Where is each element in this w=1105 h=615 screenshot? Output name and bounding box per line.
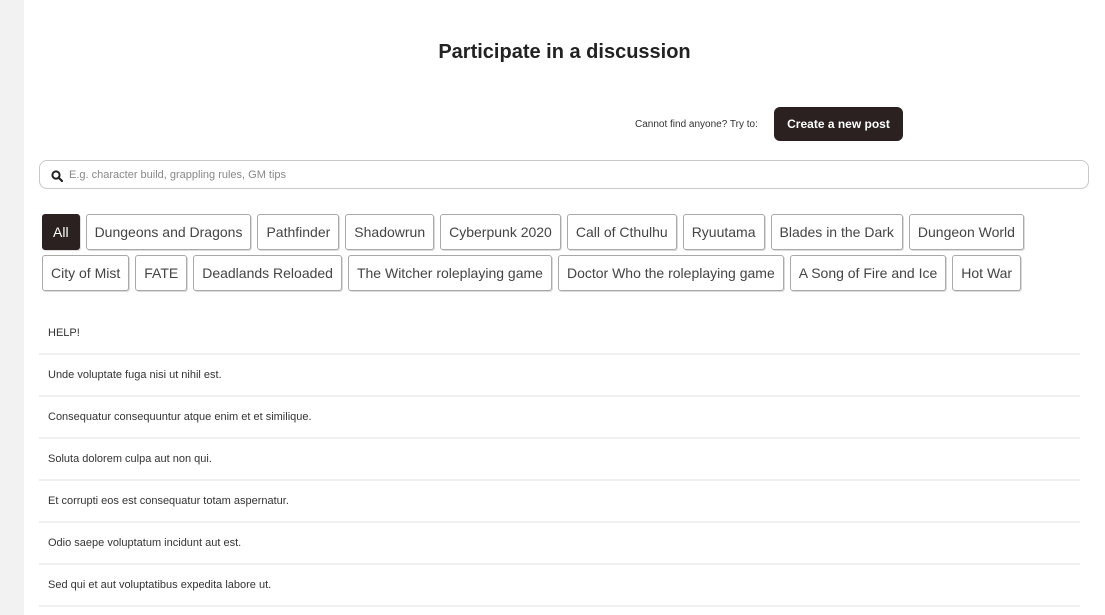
cta-row: Cannot find anyone? Try to: Create a new… — [24, 107, 1105, 141]
filter-chip-dungeon-world[interactable]: Dungeon World — [908, 214, 1024, 250]
search-input[interactable] — [69, 162, 1088, 187]
filter-chip-doctor-who-the-roleplaying-game[interactable]: Doctor Who the roleplaying game — [557, 255, 784, 291]
post-list: HELP! Unde voluptate fuga nisi ut nihil e… — [39, 313, 1080, 607]
post-item[interactable]: Et corrupti eos est consequatur totam as… — [39, 481, 1080, 523]
create-post-button[interactable]: Create a new post — [774, 107, 903, 141]
post-item[interactable]: Soluta dolorem culpa aut non qui. — [39, 439, 1080, 481]
post-title: Consequatur consequuntur atque enim et e… — [48, 411, 312, 423]
post-title: Odio saepe voluptatum incidunt aut est. — [48, 537, 242, 549]
filter-row: All Dungeons and Dragons Pathfinder Shadowr… — [42, 214, 1092, 250]
left-gutter — [0, 0, 24, 615]
filter-chip-ryuutama[interactable]: Ryuutama — [682, 214, 765, 250]
filter-chip-a-song-of-fire-and-ice[interactable]: A Song of Fire and Ice — [789, 255, 947, 291]
post-item[interactable]: Consequatur consequuntur atque enim et e… — [39, 397, 1080, 439]
post-title: Et corrupti eos est consequatur totam as… — [48, 495, 289, 507]
game-filters: All Dungeons and Dragons Pathfinder Shadowr… — [42, 214, 1092, 296]
filter-chip-call-of-cthulhu[interactable]: Call of Cthulhu — [566, 214, 677, 250]
filter-chip-city-of-mist[interactable]: City of Mist — [42, 255, 130, 291]
filter-chip-hot-war[interactable]: Hot War — [952, 255, 1022, 291]
filter-row: City of Mist FATE Deadlands Reloaded The Wi… — [42, 255, 1092, 291]
filter-chip-shadowrun[interactable]: Shadowrun — [345, 214, 435, 250]
post-title: Soluta dolorem culpa aut non qui. — [48, 453, 212, 465]
search-icon — [51, 169, 64, 182]
filter-chip-deadlands-reloaded[interactable]: Deadlands Reloaded — [193, 255, 342, 291]
post-item[interactable]: HELP! — [39, 313, 1080, 355]
post-title: Sed qui et aut voluptatibus expedita lab… — [48, 579, 272, 591]
search-bar — [39, 160, 1089, 189]
post-title: Unde voluptate fuga nisi ut nihil est. — [48, 369, 222, 381]
filter-chip-the-witcher-roleplaying-game[interactable]: The Witcher roleplaying game — [347, 255, 552, 291]
page-title: Participate in a discussion — [438, 41, 691, 63]
post-item[interactable]: Sed qui et aut voluptatibus expedita lab… — [39, 565, 1080, 607]
post-title: HELP! — [48, 327, 80, 339]
filter-chip-pathfinder[interactable]: Pathfinder — [257, 214, 340, 250]
cta-text: Cannot find anyone? Try to: — [635, 119, 758, 130]
post-item[interactable]: Unde voluptate fuga nisi ut nihil est. — [39, 355, 1080, 397]
filter-chip-all[interactable]: All — [42, 214, 80, 250]
post-item[interactable]: Odio saepe voluptatum incidunt aut est. — [39, 523, 1080, 565]
filter-chip-blades-in-the-dark[interactable]: Blades in the Dark — [770, 214, 903, 250]
filter-chip-cyberpunk-2020[interactable]: Cyberpunk 2020 — [440, 214, 561, 250]
filter-chip-dungeons-and-dragons[interactable]: Dungeons and Dragons — [85, 214, 252, 250]
filter-chip-fate[interactable]: FATE — [135, 255, 188, 291]
main-content: Participate in a discussion Cannot find … — [24, 0, 1105, 615]
